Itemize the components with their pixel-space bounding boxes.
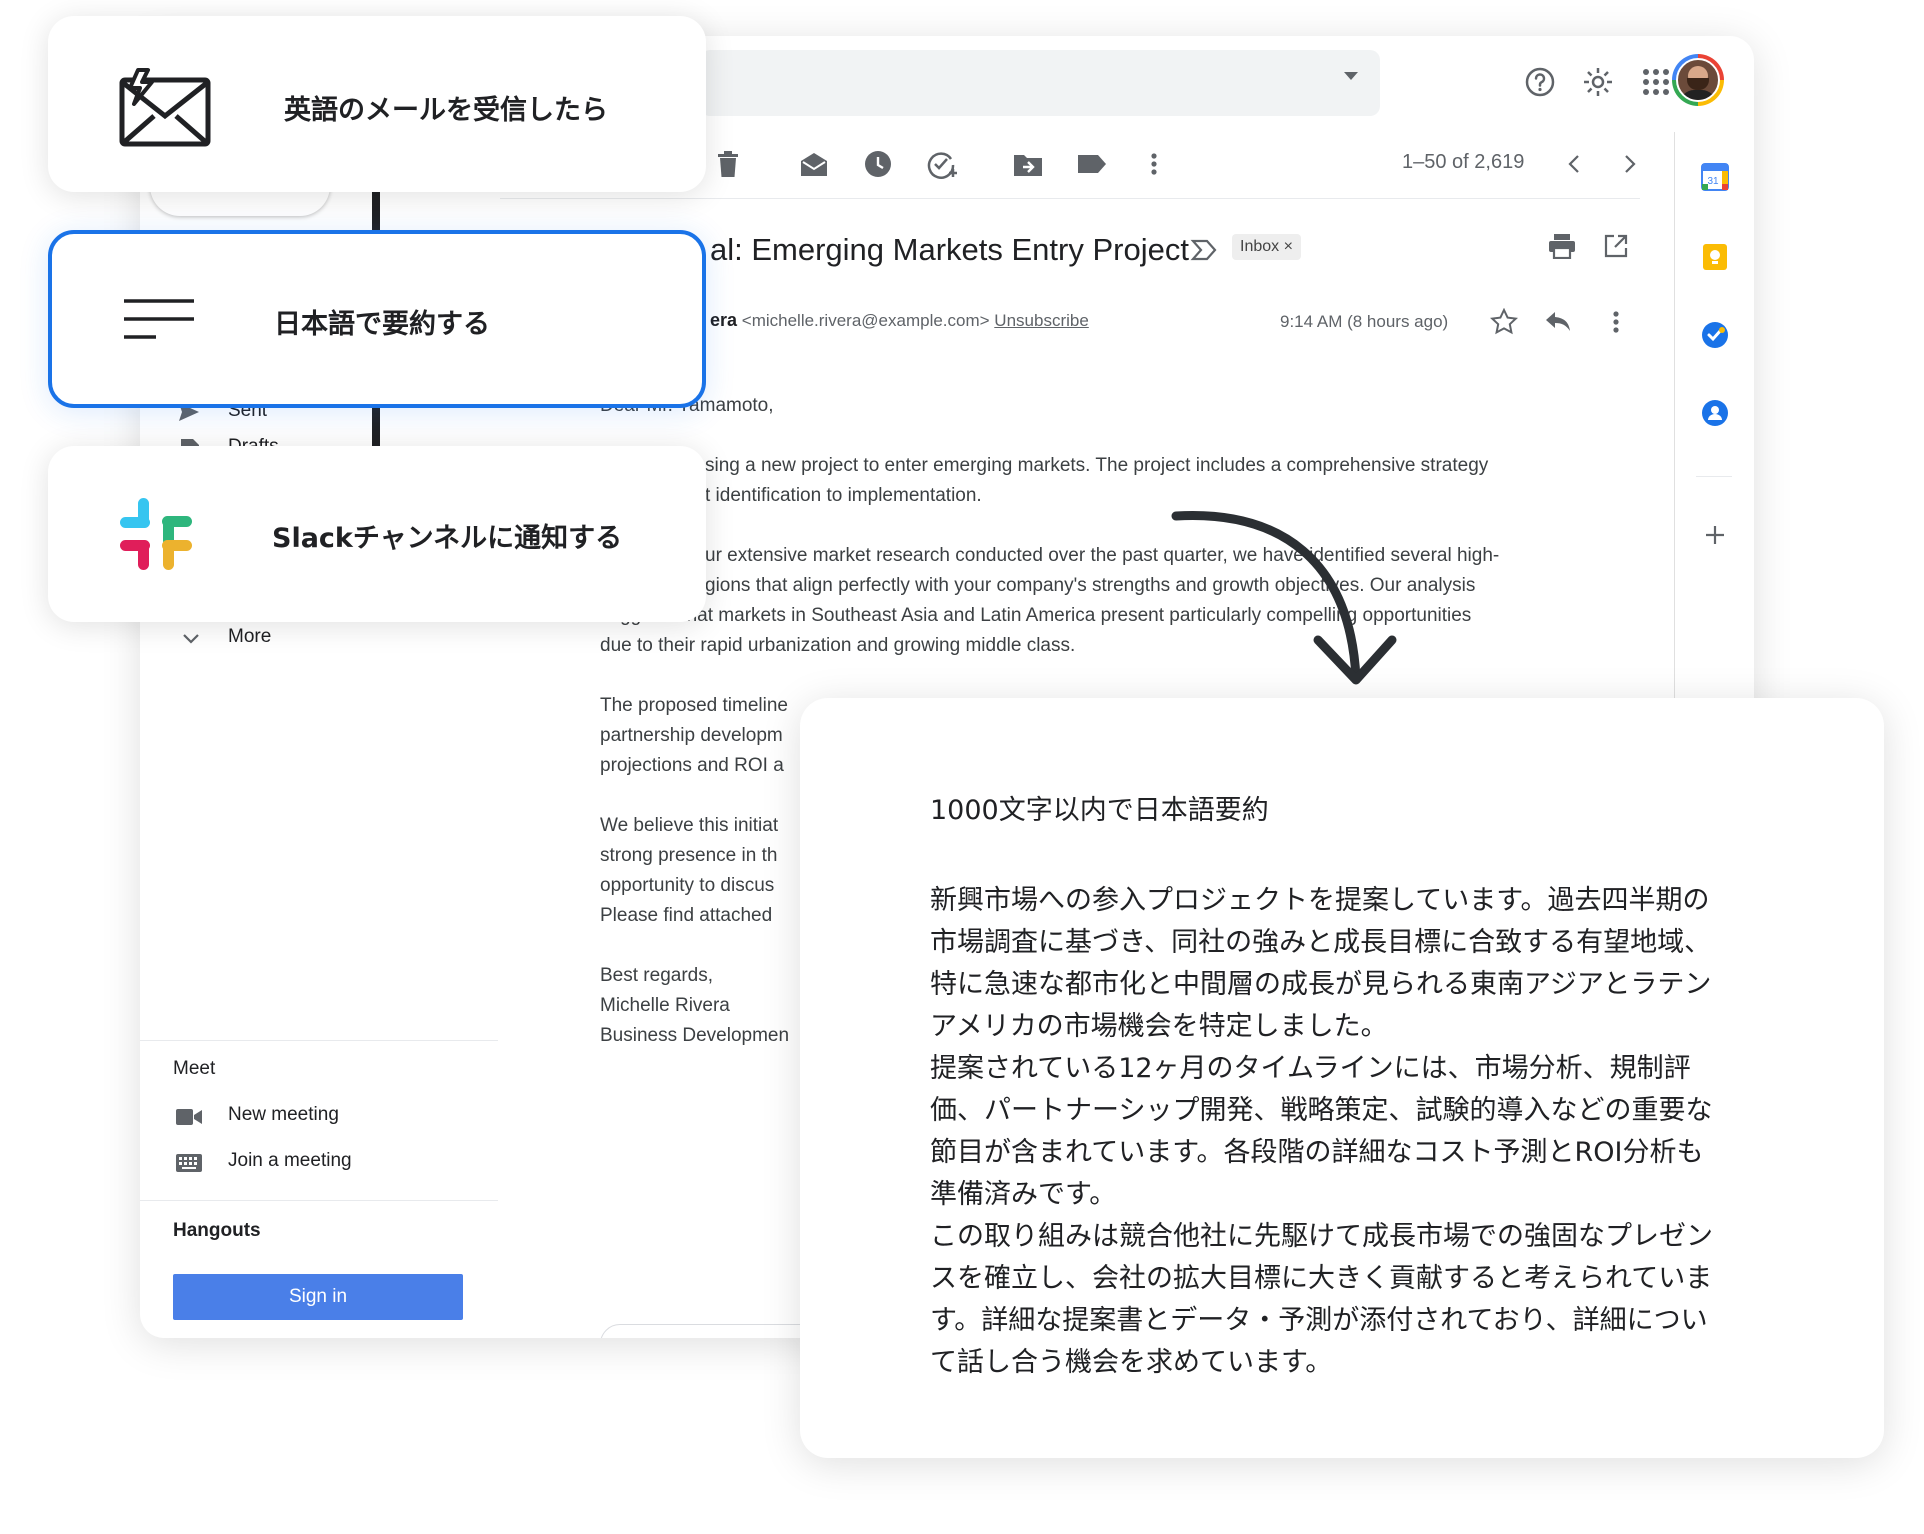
summary-line: 準備済みです。 xyxy=(930,1179,1117,1210)
summary-line: て話し合う機会を求めています。 xyxy=(930,1347,1333,1378)
summary-title: 1000文字以内で日本語要約 xyxy=(930,795,1269,826)
body-line xyxy=(600,781,789,811)
text-lines-icon xyxy=(122,298,196,340)
sender-line: era <michelle.rivera@example.com> Unsubs… xyxy=(710,310,1089,331)
body-line: The proposed timeline xyxy=(600,695,788,716)
trigger-card[interactable]: 英語のメールを受信したら xyxy=(48,16,706,192)
search-options-caret-icon[interactable] xyxy=(1344,72,1358,80)
incoming-mail-icon xyxy=(118,68,214,148)
google-keep-icon[interactable] xyxy=(1700,242,1730,272)
print-icon[interactable] xyxy=(1544,228,1580,264)
sender-name: era xyxy=(710,310,738,330)
sign-in-button[interactable]: Sign in xyxy=(173,1274,463,1320)
body-line xyxy=(600,421,1499,451)
meet-section-title: Meet xyxy=(173,1058,216,1079)
summary-panel: 1000文字以内で日本語要約 新興市場への参入プロジェクトを提案しています。過去… xyxy=(800,698,1884,1458)
importance-marker-icon[interactable] xyxy=(1190,238,1218,262)
sidebar-divider-hangouts xyxy=(140,1200,498,1201)
more-chevron-down-icon[interactable] xyxy=(182,632,202,646)
previous-page-chevron-icon[interactable] xyxy=(1556,146,1592,182)
body-line: strong presence in th xyxy=(600,845,778,866)
keyboard-icon xyxy=(176,1154,202,1172)
summary-line: 市場調査に基づき、同社の強みと成長目標に合致する有望地域、 xyxy=(930,927,1712,958)
body-line: projections and ROI a xyxy=(600,755,784,776)
sidebar-item-more[interactable]: More xyxy=(228,626,271,648)
side-panel-separator xyxy=(1696,476,1732,477)
summary-line: アメリカの市場機会を特定しました。 xyxy=(930,1011,1388,1042)
slack-card[interactable]: Slackチャンネルに通知する xyxy=(48,446,706,622)
apps-grid-icon[interactable] xyxy=(1636,62,1676,102)
slack-card-title: Slackチャンネルに通知する xyxy=(272,523,623,554)
reply-button-partial[interactable] xyxy=(600,1324,822,1338)
received-time: 9:14 AM (8 hours ago) xyxy=(1280,312,1449,331)
snooze-clock-icon[interactable] xyxy=(860,146,896,182)
reply-arrow-icon[interactable] xyxy=(1540,304,1576,340)
body-line: Dear Mr. Yamamoto, xyxy=(600,395,774,416)
move-to-folder-icon[interactable] xyxy=(1010,146,1046,182)
help-icon[interactable] xyxy=(1520,62,1560,102)
body-line: Michelle Rivera xyxy=(600,995,730,1016)
delete-trash-icon[interactable] xyxy=(710,146,746,182)
inbox-label-chip[interactable]: Inbox × xyxy=(1232,234,1301,260)
body-line: opportunity to discus xyxy=(600,875,775,896)
body-line: Please find attached xyxy=(600,905,773,926)
more-options-vertical-icon[interactable] xyxy=(1136,146,1172,182)
message-more-options-icon[interactable] xyxy=(1598,304,1634,340)
summary-line: 提案されている12ヶ月のタイムラインには、市場分析、規制評 xyxy=(930,1053,1691,1084)
sidebar-divider-meet xyxy=(140,1040,498,1041)
summary-line: す。詳細な提案書とデータ・予測が添付されており、詳細につい xyxy=(930,1305,1708,1336)
pagination-count: 1–50 of 2,619 xyxy=(1402,151,1525,173)
slack-logo-icon xyxy=(118,496,194,572)
email-subject: al: Emerging Markets Entry Project xyxy=(710,232,1189,267)
email-body-bottom: The proposed timeline partnership develo… xyxy=(600,691,789,1051)
label-tag-icon[interactable] xyxy=(1074,146,1110,182)
settings-gear-icon[interactable] xyxy=(1578,62,1618,102)
toolbar-divider xyxy=(500,198,1640,199)
calendar-date: 31 xyxy=(1707,176,1719,187)
flow-arrow-icon xyxy=(1171,511,1397,685)
summary-line: この取り組みは競合他社に先駆けて成長市場での強固なプレゼン xyxy=(930,1221,1713,1252)
add-addon-plus-icon[interactable] xyxy=(1702,522,1728,548)
body-line: partnership developm xyxy=(600,725,783,746)
summary-line: 節目が含まれています。各段階の詳細なコスト予測とROI分析も xyxy=(930,1137,1704,1168)
summarize-card-title: 日本語で要約する xyxy=(274,309,490,340)
summary-line: 新興市場への参入プロジェクトを提案しています。過去四半期の xyxy=(930,885,1710,916)
trigger-card-title: 英語のメールを受信したら xyxy=(284,95,608,126)
google-tasks-icon[interactable] xyxy=(1700,320,1730,350)
join-meeting-link[interactable]: Join a meeting xyxy=(228,1150,352,1172)
star-icon[interactable] xyxy=(1486,304,1522,340)
google-contacts-icon[interactable] xyxy=(1700,398,1730,428)
body-line xyxy=(600,931,789,961)
summary-line: 価、パートナーシップ開発、戦略策定、試験的導入などの重要な xyxy=(930,1095,1713,1126)
body-line: We believe this initiat xyxy=(600,815,779,836)
body-line: Business Developmen xyxy=(600,1025,790,1046)
account-avatar[interactable] xyxy=(1672,54,1724,106)
body-line: sing a new project to enter emerging mar… xyxy=(705,455,1489,476)
summary-line: 特に急速な都市化と中間層の成長が見られる東南アジアとラテン xyxy=(930,969,1712,1000)
new-meeting-link[interactable]: New meeting xyxy=(228,1104,339,1126)
search-bar[interactable] xyxy=(700,50,1380,116)
body-line: Best regards, xyxy=(600,965,713,986)
add-to-tasks-icon[interactable] xyxy=(924,146,960,182)
summarize-card[interactable]: 日本語で要約する xyxy=(48,230,706,408)
next-page-chevron-icon[interactable] xyxy=(1612,146,1648,182)
video-camera-icon xyxy=(176,1108,202,1126)
unsubscribe-link[interactable]: Unsubscribe xyxy=(994,311,1089,330)
sender-email: <michelle.rivera@example.com> xyxy=(741,311,990,330)
open-in-new-window-icon[interactable] xyxy=(1598,228,1634,264)
summary-line: スを確立し、会社の拡大目標に大きく貢献すると考えられていま xyxy=(930,1263,1713,1294)
google-calendar-icon[interactable]: 31 xyxy=(1700,162,1730,192)
mark-as-read-envelope-icon[interactable] xyxy=(796,146,832,182)
hangouts-section-title: Hangouts xyxy=(173,1220,261,1241)
